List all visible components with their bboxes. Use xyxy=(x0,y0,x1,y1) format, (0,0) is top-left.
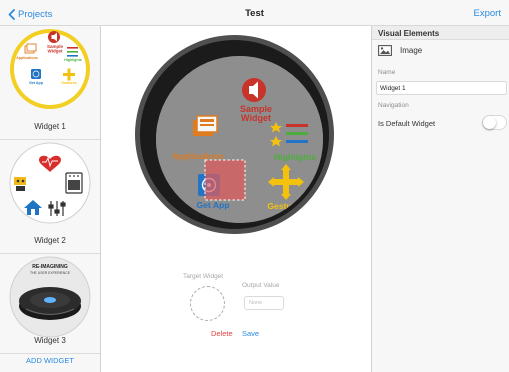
widget-list-sidebar: Sample Widget Applications Highlights Ge… xyxy=(0,26,101,372)
visual-elements-header: Visual Elements xyxy=(372,26,509,40)
thumb-get-app-label: Get App xyxy=(29,81,44,85)
hotspot-selection[interactable] xyxy=(204,159,246,201)
navigation-caption: Navigation xyxy=(378,102,409,109)
face-highlights-label: Highlights xyxy=(274,152,316,162)
image-icon xyxy=(378,45,392,56)
highlights-icon xyxy=(67,47,78,57)
image-element-row[interactable]: Image xyxy=(378,45,422,56)
widget-list-item-1[interactable]: Sample Widget Applications Highlights Ge… xyxy=(0,26,100,140)
inspector-panel: Visual Elements Image Name Widget 1 Navi… xyxy=(371,26,509,372)
widget-2-thumbnail xyxy=(9,142,91,224)
name-caption: Name xyxy=(378,69,396,76)
thumb-gestures-label: Gestures xyxy=(61,81,77,85)
target-widget-label: Target Widget xyxy=(183,273,224,280)
watch-face[interactable]: Sample Widget Applications Highlights Ge… xyxy=(156,56,323,223)
default-widget-label: Is Default Widget xyxy=(378,119,436,128)
toggle-knob xyxy=(483,116,496,129)
face-get-app-label: Get App xyxy=(196,200,229,210)
widget-3-label: Widget 3 xyxy=(34,336,66,345)
widget-list-item-2[interactable]: Widget 2 xyxy=(0,140,100,254)
widget-2-preview xyxy=(9,142,91,224)
widget-1-label: Widget 1 xyxy=(34,122,66,131)
widget-1-thumbnail: Sample Widget Applications Highlights Ge… xyxy=(9,28,91,110)
image-element-label: Image xyxy=(400,46,423,55)
delete-button[interactable]: Delete xyxy=(211,329,233,338)
output-value-field[interactable]: None xyxy=(244,296,284,310)
save-button[interactable]: Save xyxy=(242,329,259,338)
widget-1-preview: Sample Widget Applications Highlights Ge… xyxy=(10,29,90,109)
thumb-sample-label-2: Widget xyxy=(48,49,63,54)
watch-bezel: Sample Widget Applications Highlights Ge… xyxy=(140,40,329,229)
default-widget-toggle[interactable] xyxy=(482,115,507,130)
page-title: Test xyxy=(245,8,264,19)
widget-list-item-3[interactable]: RE-IMAGINING THE USER EXPERIENCE Widget … xyxy=(0,254,100,354)
widget-name-field[interactable]: Widget 1 xyxy=(376,81,507,95)
thumb3-subline: THE USER EXPERIENCE xyxy=(30,271,71,275)
export-button[interactable]: Export xyxy=(474,8,501,19)
sliders-icon xyxy=(48,201,66,216)
thumb-highlights-label: Highlights xyxy=(64,58,82,62)
widget-3-thumbnail: RE-IMAGINING THE USER EXPERIENCE xyxy=(9,256,91,338)
get-app-icon xyxy=(31,69,41,79)
output-value-label: Output Value xyxy=(242,282,280,289)
oven-icon xyxy=(65,172,83,194)
navigation-bar: Projects Test Export xyxy=(0,0,509,26)
watch-preview: Sample Widget Applications Highlights Ge… xyxy=(135,35,334,234)
thumb-applications-label: Applications xyxy=(16,56,38,60)
widget-2-label: Widget 2 xyxy=(34,236,66,245)
target-widget-drop-zone[interactable] xyxy=(190,286,225,321)
add-widget-button[interactable]: ADD WIDGET xyxy=(0,356,100,365)
face-gestures-label: Gestures xyxy=(267,201,304,211)
face-sample-label-2: Widget xyxy=(241,113,271,123)
thumb3-headline: RE-IMAGINING xyxy=(32,264,68,270)
widget-editor-canvas: Sample Widget Applications Highlights Ge… xyxy=(101,26,371,372)
watch-face-artwork: Sample Widget Applications Highlights Ge… xyxy=(156,56,323,223)
widget-3-preview: RE-IMAGINING THE USER EXPERIENCE xyxy=(9,256,91,338)
